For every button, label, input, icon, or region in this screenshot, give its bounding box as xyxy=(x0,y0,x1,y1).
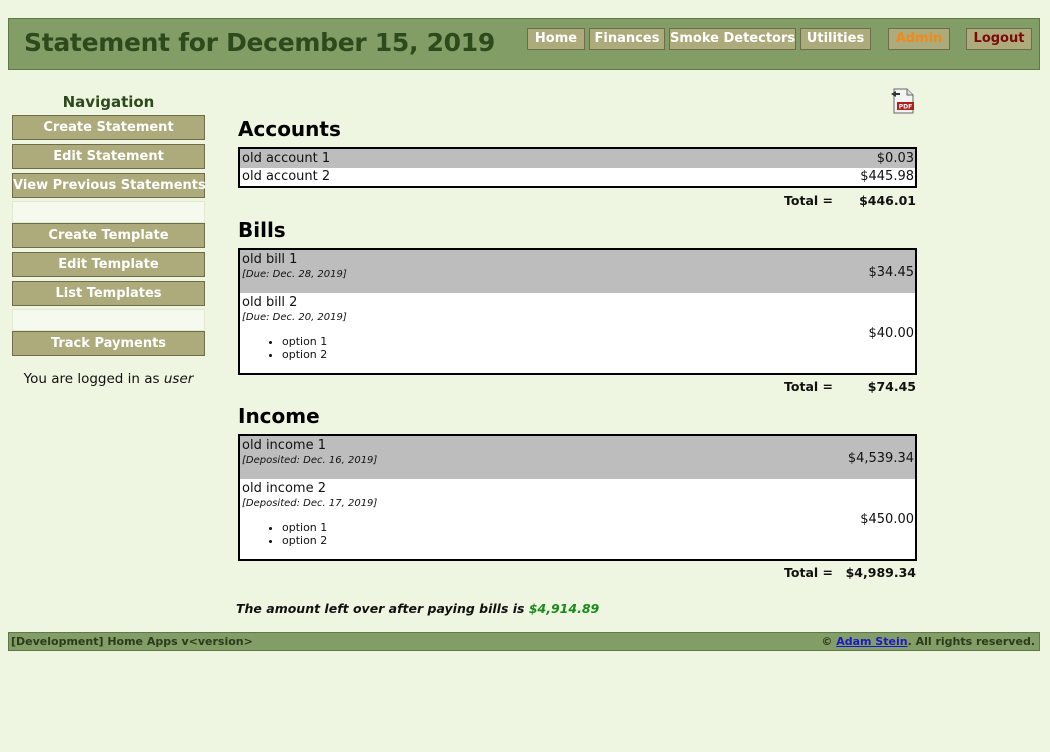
sidebar-heading: Navigation xyxy=(62,93,155,111)
income-table: old income 1 [Deposited: Dec. 16, 2019] … xyxy=(238,434,917,561)
total-label: Total = xyxy=(784,193,833,208)
bill-amount: $34.45 xyxy=(868,265,915,280)
accounts-total: Total = $446.01 xyxy=(238,193,917,211)
bill-amount: $40.00 xyxy=(868,326,915,341)
sidebar-item-view-previous-statements[interactable]: View Previous Statements xyxy=(12,173,206,198)
bills-total: Total = $74.45 xyxy=(238,379,917,397)
leftover-text: The amount left over after paying bills … xyxy=(236,601,529,616)
bill-name: old bill 1 xyxy=(242,252,298,267)
sidebar-item-list-templates[interactable]: List Templates xyxy=(12,281,205,306)
page-footer: [Development] Home Apps v<version> © Ada… xyxy=(8,632,1040,651)
sidebar-item-create-template[interactable]: Create Template xyxy=(12,223,205,248)
account-name: old account 2 xyxy=(242,169,331,184)
nav-smoke-detectors-button[interactable]: Smoke Detectors xyxy=(669,28,796,50)
copyright-symbol: © xyxy=(821,635,837,648)
login-status-text: You are logged in as xyxy=(23,371,164,387)
total-value: $4,989.34 xyxy=(845,565,916,580)
income-options: option 1 option 2 xyxy=(264,521,327,547)
rights-text: . All rights reserved. xyxy=(907,635,1035,648)
nav-logout-button[interactable]: Logout xyxy=(966,28,1032,50)
table-row: old account 2 $445.98 xyxy=(240,168,915,186)
table-row: old account 1 $0.03 xyxy=(240,149,915,168)
account-name: old account 1 xyxy=(242,151,331,166)
sidebar-item-track-payments[interactable]: Track Payments xyxy=(12,331,205,356)
accounts-title: Accounts xyxy=(238,117,341,141)
bill-options: option 1 option 2 xyxy=(264,335,327,361)
nav-finances-button[interactable]: Finances xyxy=(589,28,665,50)
copyright: © Adam Stein. All rights reserved. xyxy=(821,635,1035,648)
income-total: Total = $4,989.34 xyxy=(238,565,917,583)
income-amount: $4,539.34 xyxy=(847,451,914,466)
table-row: old bill 2 [Due: Dec. 20, 2019] option 1… xyxy=(240,293,915,373)
nav-utilities-button[interactable]: Utilities xyxy=(800,28,871,50)
accounts-table: old account 1 $0.03 old account 2 $445.9… xyxy=(238,147,917,188)
income-title: Income xyxy=(238,404,320,428)
list-item: option 1 xyxy=(282,335,327,348)
page-header: Statement for December 15, 2019 Home Fin… xyxy=(8,18,1040,70)
leftover-amount: $4,914.89 xyxy=(528,601,600,616)
list-item: option 1 xyxy=(282,521,327,534)
sidebar-item-create-statement[interactable]: Create Statement xyxy=(12,115,205,140)
income-deposit-date: [Deposited: Dec. 17, 2019] xyxy=(242,498,378,509)
bill-name: old bill 2 xyxy=(242,295,298,310)
top-nav: Home Finances Smoke Detectors Utilities … xyxy=(9,28,1039,50)
total-value: $74.45 xyxy=(867,379,916,394)
bills-table: old bill 1 [Due: Dec. 28, 2019] $34.45 o… xyxy=(238,248,917,375)
income-deposit-date: [Deposited: Dec. 16, 2019] xyxy=(242,455,378,466)
svg-text:PDF: PDF xyxy=(899,104,912,111)
income-name: old income 1 xyxy=(242,438,326,453)
table-row: old income 1 [Deposited: Dec. 16, 2019] … xyxy=(240,436,915,479)
sidebar-divider xyxy=(12,201,205,223)
total-value: $446.01 xyxy=(859,193,916,208)
sidebar-item-edit-template[interactable]: Edit Template xyxy=(12,252,205,277)
account-amount: $445.98 xyxy=(860,169,914,184)
total-label: Total = xyxy=(784,565,833,580)
author-link[interactable]: Adam Stein xyxy=(836,635,907,648)
login-status: You are logged in as user xyxy=(12,371,205,387)
income-name: old income 2 xyxy=(242,481,326,496)
list-item: option 2 xyxy=(282,534,327,547)
table-row: old income 2 [Deposited: Dec. 17, 2019] … xyxy=(240,479,915,559)
account-amount: $0.03 xyxy=(876,151,914,166)
income-amount: $450.00 xyxy=(860,512,914,527)
table-row: old bill 1 [Due: Dec. 28, 2019] $34.45 xyxy=(240,250,915,293)
nav-admin-button[interactable]: Admin xyxy=(888,28,950,50)
total-label: Total = xyxy=(784,379,833,394)
sidebar-divider xyxy=(12,309,205,331)
pdf-file-icon[interactable]: PDF xyxy=(890,88,916,114)
bills-title: Bills xyxy=(238,218,286,242)
sidebar-item-edit-statement[interactable]: Edit Statement xyxy=(12,144,205,169)
username: user xyxy=(163,371,194,387)
list-item: option 2 xyxy=(282,348,327,361)
bill-due-date: [Due: Dec. 28, 2019] xyxy=(242,269,347,280)
bill-due-date: [Due: Dec. 20, 2019] xyxy=(242,312,347,323)
version-info: [Development] Home Apps v<version> xyxy=(11,635,253,648)
sidebar: Navigation Create Statement Edit Stateme… xyxy=(12,92,206,387)
nav-home-button[interactable]: Home xyxy=(527,28,585,50)
leftover-summary: The amount left over after paying bills … xyxy=(236,601,599,616)
